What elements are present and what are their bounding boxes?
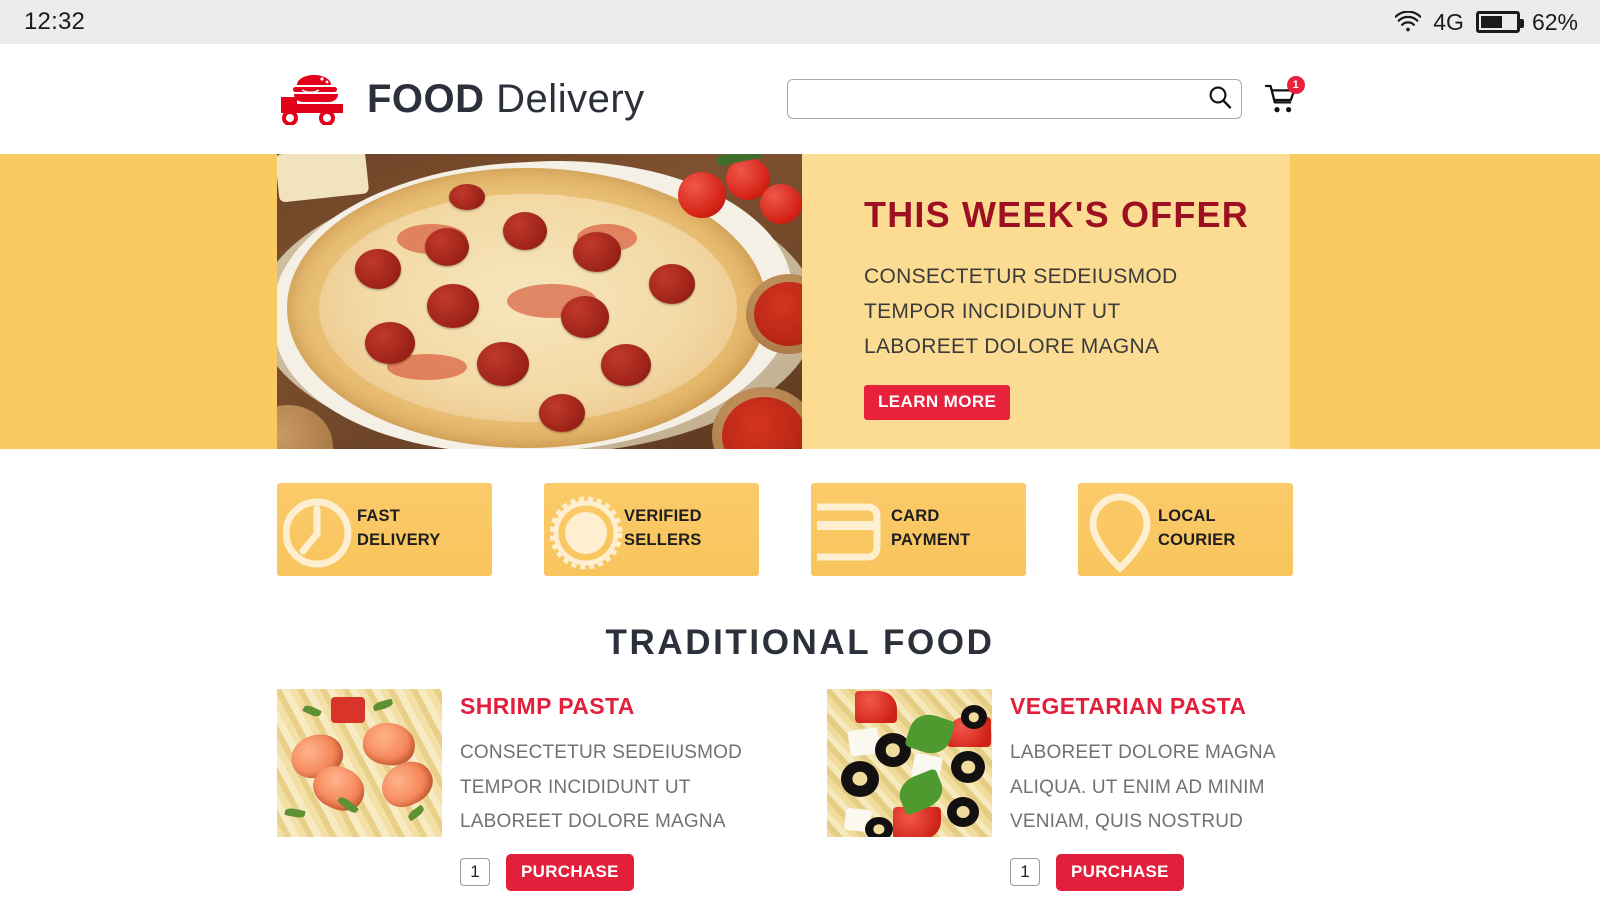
hero-title: THIS WEEK'S OFFER [864, 194, 1249, 235]
logo-text: FOOD Delivery [367, 77, 645, 122]
wifi-icon [1395, 11, 1422, 33]
product-card-shrimp-pasta: SHRIMP PASTA CONSECTETUR SEDEIUSMOD TEMP… [277, 689, 777, 891]
product-list: SHRIMP PASTA CONSECTETUR SEDEIUSMOD TEMP… [0, 663, 1600, 891]
quantity-input[interactable] [1010, 858, 1040, 887]
feature-label-line1: VERIFIED [624, 507, 702, 526]
hero-banner: THIS WEEK'S OFFER CONSECTETUR SEDEIUSMOD… [0, 154, 1600, 449]
status-indicators: 4G 62% [1395, 9, 1578, 36]
product-title: SHRIMP PASTA [460, 693, 635, 719]
page-title: TRADITIONAL FOOD [605, 623, 995, 662]
product-desc-line1: CONSECTETUR SEDEIUSMOD [460, 742, 743, 763]
battery-icon [1475, 11, 1524, 33]
tomato-garnish [668, 154, 802, 246]
product-info: VEGETARIAN PASTA LABOREET DOLORE MAGNA A… [1010, 689, 1327, 891]
product-desc-line1: LABOREET DOLORE MAGNA [1010, 742, 1276, 763]
product-desc-line3: VENIAM, QUIS NOSTRUD [1010, 811, 1244, 833]
product-card-vegetarian-pasta: VEGETARIAN PASTA LABOREET DOLORE MAGNA A… [827, 689, 1327, 891]
product-title: VEGETARIAN PASTA [1010, 693, 1247, 719]
credit-card-icon [811, 483, 891, 576]
product-desc-line2: TEMPOR INCIDIDUNT UT [460, 776, 691, 798]
network-type: 4G [1433, 8, 1464, 35]
site-header: FOOD Delivery 1 [0, 44, 1600, 154]
feature-label-line2: DELIVERY [357, 531, 441, 549]
learn-more-button[interactable]: LEARN MORE [864, 384, 1011, 420]
feature-label: LOCAL COURIER [1158, 505, 1236, 553]
feature-label-line2: PAYMENT [891, 531, 971, 549]
search-input[interactable] [799, 80, 1207, 118]
feature-label: VERIFIED SELLERS [624, 505, 702, 553]
product-desc-line3: LABOREET DOLORE MAGNA [460, 811, 726, 833]
search-box[interactable] [786, 79, 1242, 119]
search-icon[interactable] [1207, 84, 1233, 115]
feature-strip: FAST DELIVERY VERIFIED SELLERS CARD PAYM… [0, 449, 1600, 609]
cart-badge: 1 [1286, 76, 1305, 94]
hero-text-panel: THIS WEEK'S OFFER CONSECTETUR SEDEIUSMOD… [802, 154, 1290, 449]
feature-label-line1: FAST [357, 507, 400, 526]
logo-text-bold: FOOD [367, 76, 485, 121]
battery-percent: 62% [1531, 8, 1578, 35]
clock-icon [277, 483, 357, 576]
cart-button[interactable]: 1 [1264, 76, 1305, 116]
logo[interactable]: FOOD Delivery [277, 73, 645, 125]
feature-label-line2: SELLERS [624, 531, 702, 549]
map-pin-icon [1078, 483, 1158, 576]
feature-label-line2: COURIER [1158, 531, 1236, 549]
product-info: SHRIMP PASTA CONSECTETUR SEDEIUSMOD TEMP… [460, 689, 777, 891]
shrimp-pasta-photo [277, 689, 442, 837]
feature-card-card-payment[interactable]: CARD PAYMENT [811, 482, 1026, 576]
product-actions: PURCHASE [1010, 853, 1327, 891]
delivery-truck-icon [277, 73, 353, 125]
product-desc-line2: ALIQUA. UT ENIM AD MINIM [1010, 776, 1265, 798]
hero-image [277, 154, 802, 449]
product-actions: PURCHASE [460, 853, 777, 891]
logo-text-light: Delivery [496, 76, 645, 121]
feature-label-line1: LOCAL [1158, 507, 1216, 526]
quantity-input[interactable] [460, 858, 490, 887]
feature-label: FAST DELIVERY [357, 505, 441, 553]
hero-line-1: CONSECTETUR SEDEIUSMOD [864, 265, 1178, 288]
feature-card-fast-delivery[interactable]: FAST DELIVERY [277, 482, 492, 576]
status-bar: 12:32 4G 62% [0, 0, 1600, 44]
header-actions: 1 [786, 76, 1305, 119]
purchase-button[interactable]: PURCHASE [1056, 853, 1184, 891]
status-time: 12:32 [24, 8, 86, 35]
feature-card-local-courier[interactable]: LOCAL COURIER [1078, 482, 1293, 576]
purchase-button[interactable]: PURCHASE [506, 853, 634, 891]
feature-card-verified-sellers[interactable]: VERIFIED SELLERS [544, 482, 759, 576]
feature-label-line1: CARD [891, 507, 940, 526]
badge-seal-icon [544, 483, 624, 576]
hero-line-2: TEMPOR INCIDIDUNT UT [864, 299, 1121, 323]
hero-line-3: LABOREET DOLORE MAGNA [864, 334, 1160, 358]
vegetarian-pasta-photo [827, 689, 992, 837]
feature-label: CARD PAYMENT [891, 505, 970, 553]
